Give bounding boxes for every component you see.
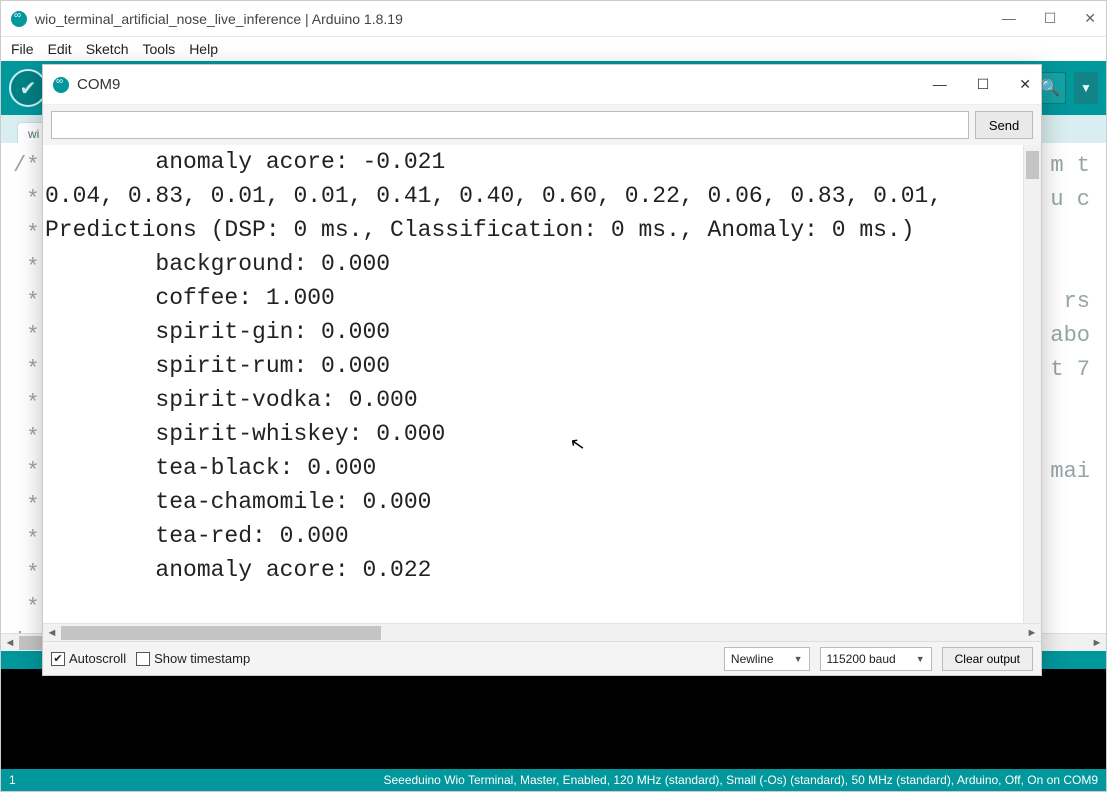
baud-rate-select[interactable]: 115200 baud ▼ (820, 647, 932, 671)
h-scroll-thumb[interactable] (61, 626, 381, 640)
baud-rate-value: 115200 baud (827, 652, 896, 666)
ide-titlebar: wio_terminal_artificial_nose_live_infere… (1, 1, 1106, 37)
scroll-left-icon[interactable]: ◄ (43, 627, 61, 639)
ide-window-controls: — ☐ ✕ (1002, 10, 1096, 27)
ide-title: wio_terminal_artificial_nose_live_infere… (35, 11, 403, 27)
arduino-logo-icon (53, 77, 69, 93)
menu-sketch[interactable]: Sketch (80, 39, 135, 59)
status-board-info: Seeeduino Wio Terminal, Master, Enabled,… (16, 773, 1098, 787)
serial-send-input[interactable] (51, 111, 969, 139)
serial-monitor-window: COM9 — ☐ ✕ Send anomaly acore: -0.021 0.… (42, 64, 1042, 676)
serial-h-scrollbar[interactable]: ◄ ► (43, 623, 1041, 641)
line-ending-select[interactable]: Newline ▼ (724, 647, 810, 671)
maximize-icon[interactable]: ☐ (977, 76, 990, 93)
chevron-down-icon: ▼ (794, 654, 803, 664)
v-scroll-thumb[interactable] (1026, 151, 1039, 179)
serial-titlebar: COM9 — ☐ ✕ (43, 65, 1041, 105)
timestamp-checkbox[interactable]: Show timestamp (136, 651, 250, 666)
serial-footer: ✔ Autoscroll Show timestamp Newline ▼ 11… (43, 641, 1041, 675)
toolbar-dropdown-icon[interactable]: ▼ (1074, 72, 1098, 104)
chevron-down-icon: ▼ (916, 654, 925, 664)
line-ending-value: Newline (731, 652, 774, 666)
serial-output-area: anomaly acore: -0.021 0.04, 0.83, 0.01, … (43, 145, 1041, 641)
scroll-right-icon[interactable]: ► (1023, 627, 1041, 639)
ide-bottom-statusbar: 1 Seeeduino Wio Terminal, Master, Enable… (1, 769, 1106, 791)
scroll-right-icon[interactable]: ► (1088, 637, 1106, 649)
ide-console[interactable] (1, 669, 1106, 769)
menu-file[interactable]: File (5, 39, 40, 59)
checkbox-icon: ✔ (51, 652, 65, 666)
close-icon[interactable]: ✕ (1019, 76, 1031, 93)
serial-output-text[interactable]: anomaly acore: -0.021 0.04, 0.83, 0.01, … (43, 145, 1041, 623)
arduino-logo-icon (11, 11, 27, 27)
checkbox-icon (136, 652, 150, 666)
menu-tools[interactable]: Tools (137, 39, 182, 59)
send-button[interactable]: Send (975, 111, 1033, 139)
clear-output-button[interactable]: Clear output (942, 647, 1033, 671)
close-icon[interactable]: ✕ (1084, 10, 1096, 27)
scroll-left-icon[interactable]: ◄ (1, 637, 19, 649)
ide-menubar: File Edit Sketch Tools Help (1, 37, 1106, 61)
menu-help[interactable]: Help (183, 39, 224, 59)
timestamp-label: Show timestamp (154, 651, 250, 666)
status-line-number: 1 (9, 773, 16, 787)
editor-right-text: m t u c rs abo t 7 mai (1050, 149, 1090, 489)
serial-v-scrollbar[interactable] (1023, 145, 1041, 623)
serial-title: COM9 (77, 76, 120, 93)
minimize-icon[interactable]: — (1002, 10, 1016, 27)
menu-edit[interactable]: Edit (42, 39, 78, 59)
autoscroll-label: Autoscroll (69, 651, 126, 666)
autoscroll-checkbox[interactable]: ✔ Autoscroll (51, 651, 126, 666)
serial-window-controls: — ☐ ✕ (933, 76, 1031, 93)
maximize-icon[interactable]: ☐ (1044, 10, 1057, 27)
serial-input-row: Send (43, 105, 1041, 145)
minimize-icon[interactable]: — (933, 76, 947, 93)
